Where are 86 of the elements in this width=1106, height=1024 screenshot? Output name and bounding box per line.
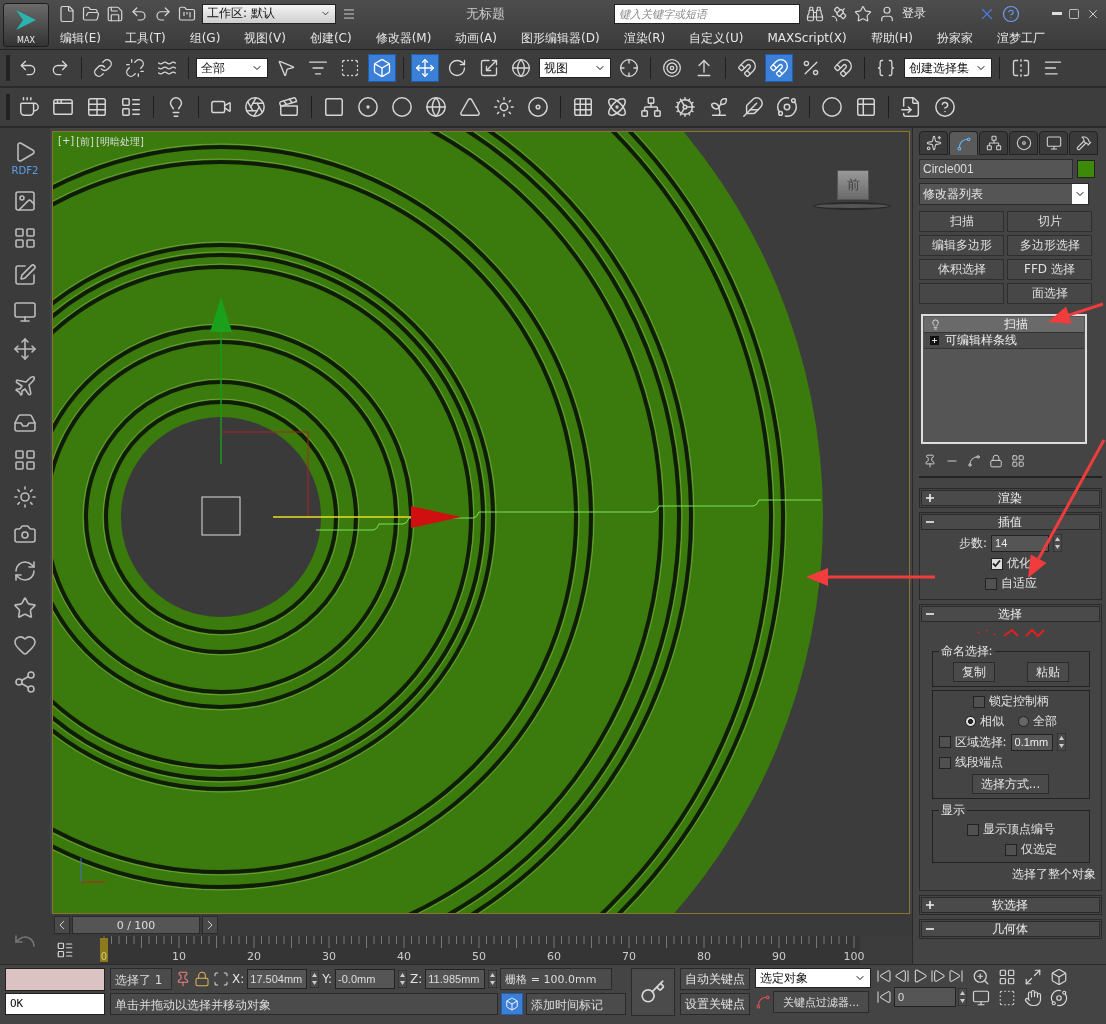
window-title: 无标题 [464,4,506,23]
coordinate-label: Z: [410,972,423,986]
tick-label: 50 [472,950,486,963]
viewport-label[interactable]: [+] [58,135,75,149]
copy-button[interactable]: 复制 [952,662,995,682]
modifier-button[interactable]: 切片 [1007,211,1092,232]
modifier-button[interactable]: 编辑多边形 [919,235,1004,256]
dropdown[interactable]: 创建选择集 [904,58,992,78]
x-field[interactable]: 17.504mm [247,969,308,989]
rollout-header[interactable]: 插值 [921,514,1100,530]
menu-item[interactable]: 渲染(R) [623,29,666,47]
selection-info: 选择了 1 [110,968,172,990]
set-key-mode-button[interactable]: 设置关键点 [680,993,750,1015]
script-output-field: OK [5,993,105,1015]
dropdown[interactable]: 视图 [539,58,611,78]
coordinate-label: X: [232,972,245,986]
group-title: 命名选择: [939,643,994,660]
stack-item[interactable]: 扫描 [924,317,1084,333]
workspace-dropdown[interactable]: 工作区: 默认 [202,3,336,24]
y-field[interactable]: -0.0mm [335,969,396,989]
modifier-button[interactable]: 扫描 [919,211,1004,232]
radio-label: 全部 [1032,713,1057,730]
rollout-header[interactable]: 软选择 [921,897,1100,913]
steps-field[interactable]: 14 [991,534,1049,552]
field-label: 步数: [958,534,987,552]
checkbox-label: 锁定控制柄 [988,693,1049,710]
menu-item[interactable]: 组(G) [189,29,221,47]
coordinate-label: Y: [322,972,333,986]
tick-label: 100 [843,950,865,963]
checkbox-label: 线段端点 [954,754,1003,771]
tick-label: 20 [247,950,261,963]
frame-field[interactable]: 0 [894,987,956,1007]
tick-label: 70 [622,950,636,963]
auto-key-button[interactable]: 自动关键点 [680,968,750,990]
menu-item[interactable]: 图形编辑器(D) [520,29,600,47]
modifier-list-dropdown[interactable]: 修改器列表 [919,183,1089,205]
checkbox-label: 仅选定 [1020,841,1057,858]
menu-item[interactable]: 帮助(H) [870,29,913,47]
menu-item[interactable]: 动画(A) [455,29,497,47]
checkbox-label: 显示顶点编号 [982,821,1055,838]
menu-item[interactable]: 自定义(U) [689,29,744,47]
group-title: 显示 [939,802,966,819]
menu-item[interactable]: MAXScript(X) [767,31,847,46]
menu-item[interactable]: 视图(V) [244,29,286,47]
search-field[interactable]: 键入关键字或短语 [614,3,800,24]
modifier-button[interactable]: FFD 选择 [1007,259,1092,280]
paste-button[interactable]: 粘贴 [1026,662,1069,682]
checkbox-label: 区域选择: [954,733,1007,751]
tick-label: 80 [697,950,711,963]
prompt-text: 单击并拖动以选择并移动对象 [110,993,498,1015]
modifier-button[interactable]: 多边形选择 [1007,235,1092,256]
menu-item[interactable]: 渲梦工厂 [997,29,1045,47]
tick-label: 60 [547,950,561,963]
grid-size-text: 栅格 = 100.0mm [500,968,613,990]
rollout-header[interactable]: 渲染 [921,490,1100,506]
menu-item[interactable]: 工具(T) [124,29,166,47]
viewport-label[interactable]: [明暗处理] [96,135,144,149]
threshold-field[interactable]: 0.1mm [1010,733,1053,751]
key-filters-button[interactable]: 关键点过滤器... [773,991,869,1013]
menu-item[interactable]: 编辑(E) [60,29,101,47]
time-slider-thumb[interactable]: 0 / 100 [72,916,200,934]
menu-item[interactable]: 扮家家 [937,29,973,47]
tick-label: 30 [322,950,336,963]
modifier-button[interactable]: 体积选择 [919,259,1004,280]
application-menu-button[interactable]: MAX [3,3,49,47]
rollout-header[interactable]: 选择 [921,606,1100,622]
menu-item[interactable]: 创建(C) [309,29,352,47]
key-target-dropdown[interactable]: 选定对象 [755,968,871,988]
checkbox-label: 自适应 [1000,575,1037,592]
login-link[interactable]: 登录 [902,5,926,23]
tick-label: 40 [397,950,411,963]
radio-label: 相似 [979,713,1004,730]
selection-status-text: 选择了整个对象 [1012,866,1096,883]
tick-label: 10 [172,950,186,963]
add-time-tag-field[interactable]: 添加时间标记 [526,993,626,1015]
menu-item[interactable]: 修改器(M) [375,29,432,47]
select-by-button[interactable]: 选择方式... [971,774,1050,794]
object-name-field[interactable]: Circle001 [919,159,1073,179]
z-field[interactable]: 11.985mm [425,969,486,989]
viewport-label[interactable]: [前] [76,135,94,149]
plugin-label: RDF2 [11,165,39,176]
stack-item[interactable]: 可编辑样条线 [924,333,1084,349]
dropdown[interactable]: 全部 [196,58,268,78]
rollout-header[interactable]: 几何体 [921,921,1100,937]
tick-label: 90 [772,950,786,963]
modifier-button[interactable]: 面选择 [1007,283,1092,304]
